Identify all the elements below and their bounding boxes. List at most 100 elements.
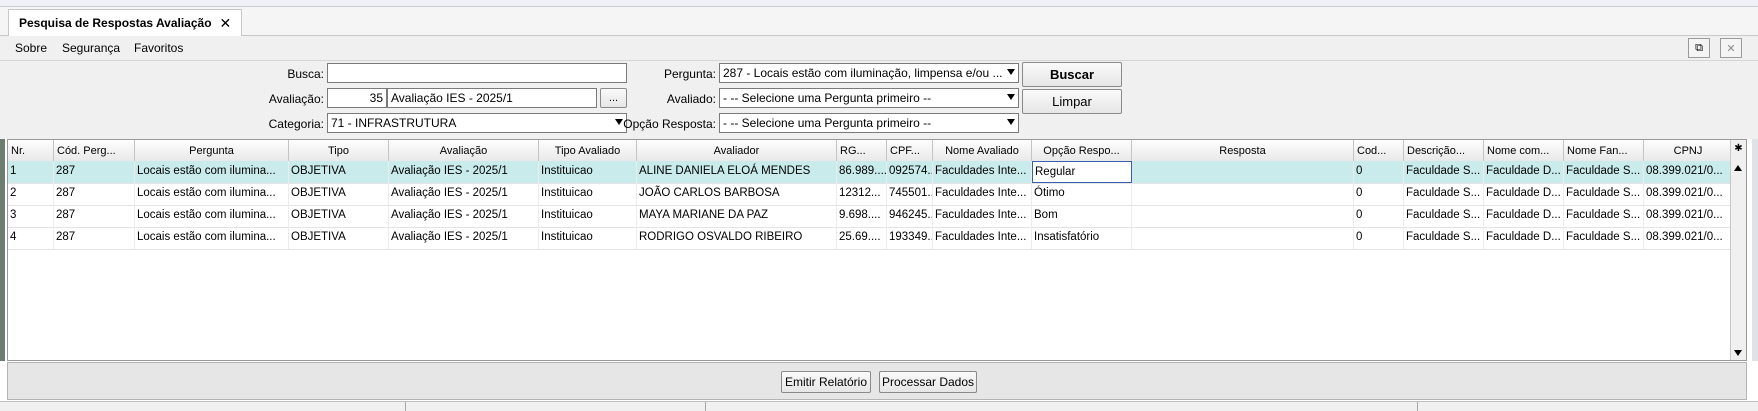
cell-opcao-resposta[interactable]: Bom [1032, 205, 1132, 227]
cell-cod-pergunta[interactable]: 287 [54, 205, 135, 227]
cell-opcao-resposta[interactable]: Insatisfatório [1032, 227, 1132, 249]
cell-avaliacao[interactable]: Avaliação IES - 2025/1 [389, 205, 539, 227]
cell-cpf[interactable]: 193349... [887, 227, 933, 249]
table-row[interactable]: 1 287 Locais estão com ilumina... OBJETIVA A… [8, 161, 1733, 184]
cell-cnpj[interactable]: 08.399.021/0... [1644, 227, 1733, 249]
column-header-rg[interactable]: RG... [837, 140, 887, 161]
cell-tipo[interactable]: OBJETIVA [289, 161, 389, 183]
cell-resposta[interactable] [1132, 227, 1354, 249]
cell-cod[interactable]: 0 [1354, 227, 1404, 249]
column-header-nome-fantasia[interactable]: Nome Fan... [1564, 140, 1644, 161]
cell-tipo-avaliado[interactable]: Instituicao [539, 205, 637, 227]
cell-nome-fantasia[interactable]: Faculdade S... [1564, 161, 1644, 183]
cell-nr[interactable]: 1 [8, 161, 54, 183]
cell-cod[interactable]: 0 [1354, 161, 1404, 183]
column-header-resposta[interactable]: Resposta [1132, 140, 1354, 161]
column-header-cnpj[interactable]: CPNJ [1644, 140, 1733, 161]
avaliado-select[interactable]: - -- Selecione uma Pergunta primeiro -- [719, 88, 1019, 108]
cell-avaliador[interactable]: JOÃO CARLOS BARBOSA [637, 183, 837, 205]
cell-tipo-avaliado[interactable]: Instituicao [539, 227, 637, 249]
menu-seguranca[interactable]: Segurança [62, 41, 120, 55]
column-header-nome-comercial[interactable]: Nome com... [1484, 140, 1564, 161]
column-header-cpf[interactable]: CPF... [887, 140, 933, 161]
cell-cod[interactable]: 0 [1354, 183, 1404, 205]
cell-descricao[interactable]: Faculdade S... [1404, 183, 1484, 205]
cell-opcao-resposta[interactable]: Regular [1032, 161, 1132, 183]
cell-avaliador[interactable]: RODRIGO OSVALDO RIBEIRO [637, 227, 837, 249]
avaliacao-name-field[interactable]: Avaliação IES - 2025/1 [387, 88, 597, 108]
results-grid[interactable]: Nr. Cód. Perg... Pergunta Tipo Avaliação Tipo… [7, 139, 1747, 361]
cell-pergunta[interactable]: Locais estão com ilumina... [135, 205, 289, 227]
column-header-descricao[interactable]: Descrição... [1404, 140, 1484, 161]
table-row[interactable]: 2 287 Locais estão com ilumina... OBJETIVA A… [8, 183, 1733, 206]
emitir-relatorio-button[interactable]: Emitir Relatório [781, 371, 871, 393]
cell-cpf[interactable]: 745501... [887, 183, 933, 205]
pergunta-select[interactable]: 287 - Locais estão com iluminação, limpe… [719, 63, 1019, 83]
column-header-avaliacao[interactable]: Avaliação [389, 140, 539, 161]
cell-tipo[interactable]: OBJETIVA [289, 205, 389, 227]
cell-nr[interactable]: 3 [8, 205, 54, 227]
cell-rg[interactable]: 86.989.... [837, 161, 887, 183]
cell-tipo-avaliado[interactable]: Instituicao [539, 183, 637, 205]
cell-resposta[interactable] [1132, 183, 1354, 205]
cell-rg[interactable]: 25.69.... [837, 227, 887, 249]
cell-nome-avaliado[interactable]: Faculdades Inte... [933, 183, 1032, 205]
cell-nr[interactable]: 2 [8, 183, 54, 205]
cell-tipo[interactable]: OBJETIVA [289, 227, 389, 249]
cell-cnpj[interactable]: 08.399.021/0... [1644, 205, 1733, 227]
cell-nome-comercial[interactable]: Faculdade D... [1484, 161, 1564, 183]
cell-nome-fantasia[interactable]: Faculdade S... [1564, 205, 1644, 227]
cell-nome-avaliado[interactable]: Faculdades Inte... [933, 227, 1032, 249]
cell-nome-fantasia[interactable]: Faculdade S... [1564, 227, 1644, 249]
settings-gear-icon[interactable]: ✱ [1732, 141, 1745, 156]
limpar-button[interactable]: Limpar [1022, 89, 1122, 114]
cell-nome-avaliado[interactable]: Faculdades Inte... [933, 205, 1032, 227]
cell-descricao[interactable]: Faculdade S... [1404, 227, 1484, 249]
cell-avaliacao[interactable]: Avaliação IES - 2025/1 [389, 183, 539, 205]
column-header-opcao-resposta[interactable]: Opção Respo... [1032, 140, 1132, 161]
vertical-scrollbar[interactable]: ✱ [1730, 140, 1746, 360]
cell-nome-comercial[interactable]: Faculdade D... [1484, 205, 1564, 227]
cell-opcao-resposta[interactable]: Ótimo [1032, 183, 1132, 205]
column-header-cod[interactable]: Cod... [1354, 140, 1404, 161]
cell-rg[interactable]: 12312... [837, 183, 887, 205]
scroll-down-icon[interactable] [1734, 350, 1742, 356]
cell-cod[interactable]: 0 [1354, 205, 1404, 227]
cell-nome-fantasia[interactable]: Faculdade S... [1564, 183, 1644, 205]
close-tab-icon[interactable]: ✕ [220, 16, 232, 30]
avaliacao-code-input[interactable]: 35 [327, 88, 387, 108]
close-window-icon[interactable]: ✕ [1720, 38, 1742, 58]
cell-avaliacao[interactable]: Avaliação IES - 2025/1 [389, 161, 539, 183]
cell-resposta[interactable] [1132, 161, 1354, 183]
tab-pesquisa-respostas[interactable]: Pesquisa de Respostas Avaliação ✕ [8, 9, 243, 36]
opcao-resposta-select[interactable]: - -- Selecione uma Pergunta primeiro -- [719, 113, 1019, 133]
menu-favoritos[interactable]: Favoritos [134, 41, 183, 55]
busca-input[interactable] [327, 63, 627, 83]
cell-pergunta[interactable]: Locais estão com ilumina... [135, 161, 289, 183]
cell-rg[interactable]: 9.698.... [837, 205, 887, 227]
popout-icon[interactable]: ⧉ [1688, 38, 1710, 58]
cell-nome-comercial[interactable]: Faculdade D... [1484, 227, 1564, 249]
column-header-tipo-avaliado[interactable]: Tipo Avaliado [539, 140, 637, 161]
cell-cnpj[interactable]: 08.399.021/0... [1644, 183, 1733, 205]
cell-resposta[interactable] [1132, 205, 1354, 227]
cell-descricao[interactable]: Faculdade S... [1404, 161, 1484, 183]
cell-tipo[interactable]: OBJETIVA [289, 183, 389, 205]
scroll-up-icon[interactable] [1734, 165, 1742, 171]
categoria-select[interactable]: 71 - INFRASTRUTURA [327, 113, 627, 133]
cell-pergunta[interactable]: Locais estão com ilumina... [135, 227, 289, 249]
cell-nome-comercial[interactable]: Faculdade D... [1484, 183, 1564, 205]
column-header-cod-pergunta[interactable]: Cód. Perg... [54, 140, 135, 161]
cell-nr[interactable]: 4 [8, 227, 54, 249]
cell-avaliacao[interactable]: Avaliação IES - 2025/1 [389, 227, 539, 249]
cell-cod-pergunta[interactable]: 287 [54, 161, 135, 183]
cell-avaliador[interactable]: ALINE DANIELA ELOÁ MENDES [637, 161, 837, 183]
cell-tipo-avaliado[interactable]: Instituicao [539, 161, 637, 183]
cell-cod-pergunta[interactable]: 287 [54, 227, 135, 249]
column-header-tipo[interactable]: Tipo [289, 140, 389, 161]
column-header-nr[interactable]: Nr. [8, 140, 54, 161]
column-header-pergunta[interactable]: Pergunta [135, 140, 289, 161]
cell-cnpj[interactable]: 08.399.021/0... [1644, 161, 1733, 183]
table-row[interactable]: 3 287 Locais estão com ilumina... OBJETIVA A… [8, 205, 1733, 228]
cell-pergunta[interactable]: Locais estão com ilumina... [135, 183, 289, 205]
